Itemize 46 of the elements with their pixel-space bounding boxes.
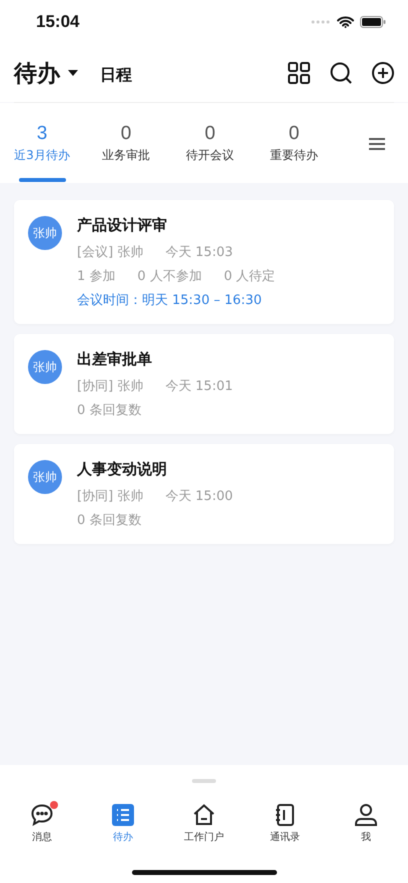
meta-text: [协同] 张帅 [77,488,144,505]
nav-tab[interactable]: 我 [338,803,394,844]
meta-text: [会议] 张帅 [77,244,144,261]
filter-tab[interactable]: 0 业务审批 [84,103,168,183]
menu-icon[interactable] [369,138,385,150]
todo-card[interactable]: 张帅 人事变动说明 [协同] 张帅 今天 15:00 0 条回复数 [14,444,394,544]
todo-card[interactable]: 张帅 出差审批单 [协同] 张帅 今天 15:01 0 条回复数 [14,334,394,434]
filter-tab[interactable]: 0 重要待办 [252,103,336,183]
meta-text: [协同] 张帅 [77,378,144,395]
avatar: 张帅 [28,350,62,384]
list-icon [112,804,134,826]
nav-tab[interactable]: 通讯录 [257,803,313,844]
wifi-icon [337,16,354,28]
meta-text: 今天 15:01 [165,378,233,395]
meta-text: 0 条回复数 [77,512,142,529]
chat-icon [30,803,54,827]
schedule-tab[interactable]: 日程 [100,64,132,86]
caret-icon [68,70,78,76]
filter-tab[interactable]: 3 近3月待办 [0,103,84,183]
avatar: 张帅 [28,460,62,494]
nav-tab[interactable]: 待办 [95,803,151,844]
todo-title: 人事变动说明 [77,460,168,479]
meta-text: 0 条回复数 [77,402,142,419]
nav-tab[interactable]: 工作门户 [176,803,232,844]
nav-tab[interactable]: 消息 [14,803,70,844]
battery-icon [360,16,386,28]
meta-text: 0 人待定 [224,268,276,285]
home-icon [192,803,216,827]
todo-dropdown[interactable]: 待办 [14,58,78,88]
todo-title: 产品设计评审 [77,216,168,235]
filter-tab[interactable]: 0 待开会议 [168,103,252,183]
search-icon[interactable] [330,62,352,84]
grid-icon[interactable] [288,62,310,84]
add-icon[interactable] [372,62,394,84]
meta-text: 1 参加 [77,268,116,285]
signal-icon [311,20,331,24]
avatar: 张帅 [28,216,62,250]
person-icon [354,803,378,827]
todo-title: 出差审批单 [77,350,153,369]
meta-text: 0 人不参加 [137,268,202,285]
status-time: 15:04 [36,12,80,32]
meta-text: 今天 15:03 [165,244,233,261]
meta-text: 今天 15:00 [165,488,233,505]
meeting-time: 会议时间：明天 15:30 – 16:30 [77,292,262,309]
contact-book-icon [273,803,297,827]
todo-card[interactable]: 张帅 产品设计评审 [会议] 张帅 今天 15:03 1 参加 0 人不参加 0 人待定 会议时间：明天 15:30 – 16:30 [14,200,394,324]
